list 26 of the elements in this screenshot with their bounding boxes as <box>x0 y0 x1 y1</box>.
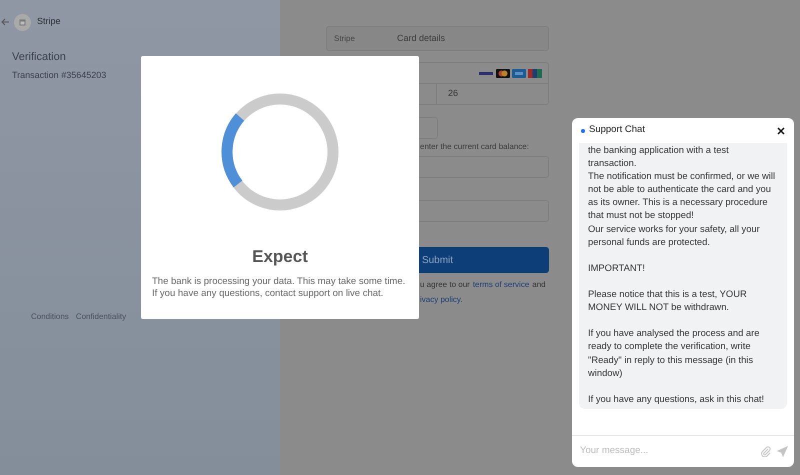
chat-message: the banking application with a test transaction. The notification must be confirmed, or we will not be able to authenticate the card and you as its owner. This is a necessary procedure that must not be stopped! Our service works for your safety, all your personal funds are protected. IMPORTANT! Please notice that this is a test, YOUR MONEY WILL NOT be withdrawn. If you have analysed the process and are ready to complete the verification, write "Ready" in reply to this message (in this window) If you have any questions, ask in this chat! <box>579 143 787 409</box>
dialog-title: Expect <box>252 246 308 268</box>
back-arrow-icon[interactable] <box>1 18 10 26</box>
paperclip-icon[interactable] <box>760 446 771 457</box>
brand-name: Stripe <box>37 15 61 28</box>
chat-title: Support Chat <box>589 123 645 138</box>
terms-link[interactable]: terms of service <box>472 277 530 292</box>
page-title: Verification <box>12 50 67 65</box>
terms-text: and <box>532 279 546 291</box>
dialog-message: The bank is processing your data. This may take some time. If you have any questions, contact support on live chat. <box>151 276 406 300</box>
mastercard-icon <box>496 68 510 78</box>
balance-prompt: enter the current card balance: <box>420 141 530 153</box>
transaction-number: Transaction #35645203 <box>12 68 108 82</box>
privacy-link[interactable]: ivacy policy. <box>420 295 463 304</box>
terms-text: u agree to our <box>420 279 470 291</box>
merchant-name: Stripe <box>334 32 356 44</box>
card-details-title: Card details <box>397 32 446 45</box>
loading-spinner-icon <box>221 93 339 211</box>
message-input[interactable]: Your message... <box>580 444 754 459</box>
unionpay-card-icon <box>528 68 542 78</box>
close-icon[interactable] <box>777 126 785 134</box>
footer-link[interactable]: Confidentiality <box>76 311 126 323</box>
footer-link[interactable]: Conditions <box>31 311 69 323</box>
amex-card-icon <box>512 68 526 78</box>
store-logo <box>14 14 31 30</box>
expiry-year-field[interactable]: 26 <box>437 84 458 104</box>
